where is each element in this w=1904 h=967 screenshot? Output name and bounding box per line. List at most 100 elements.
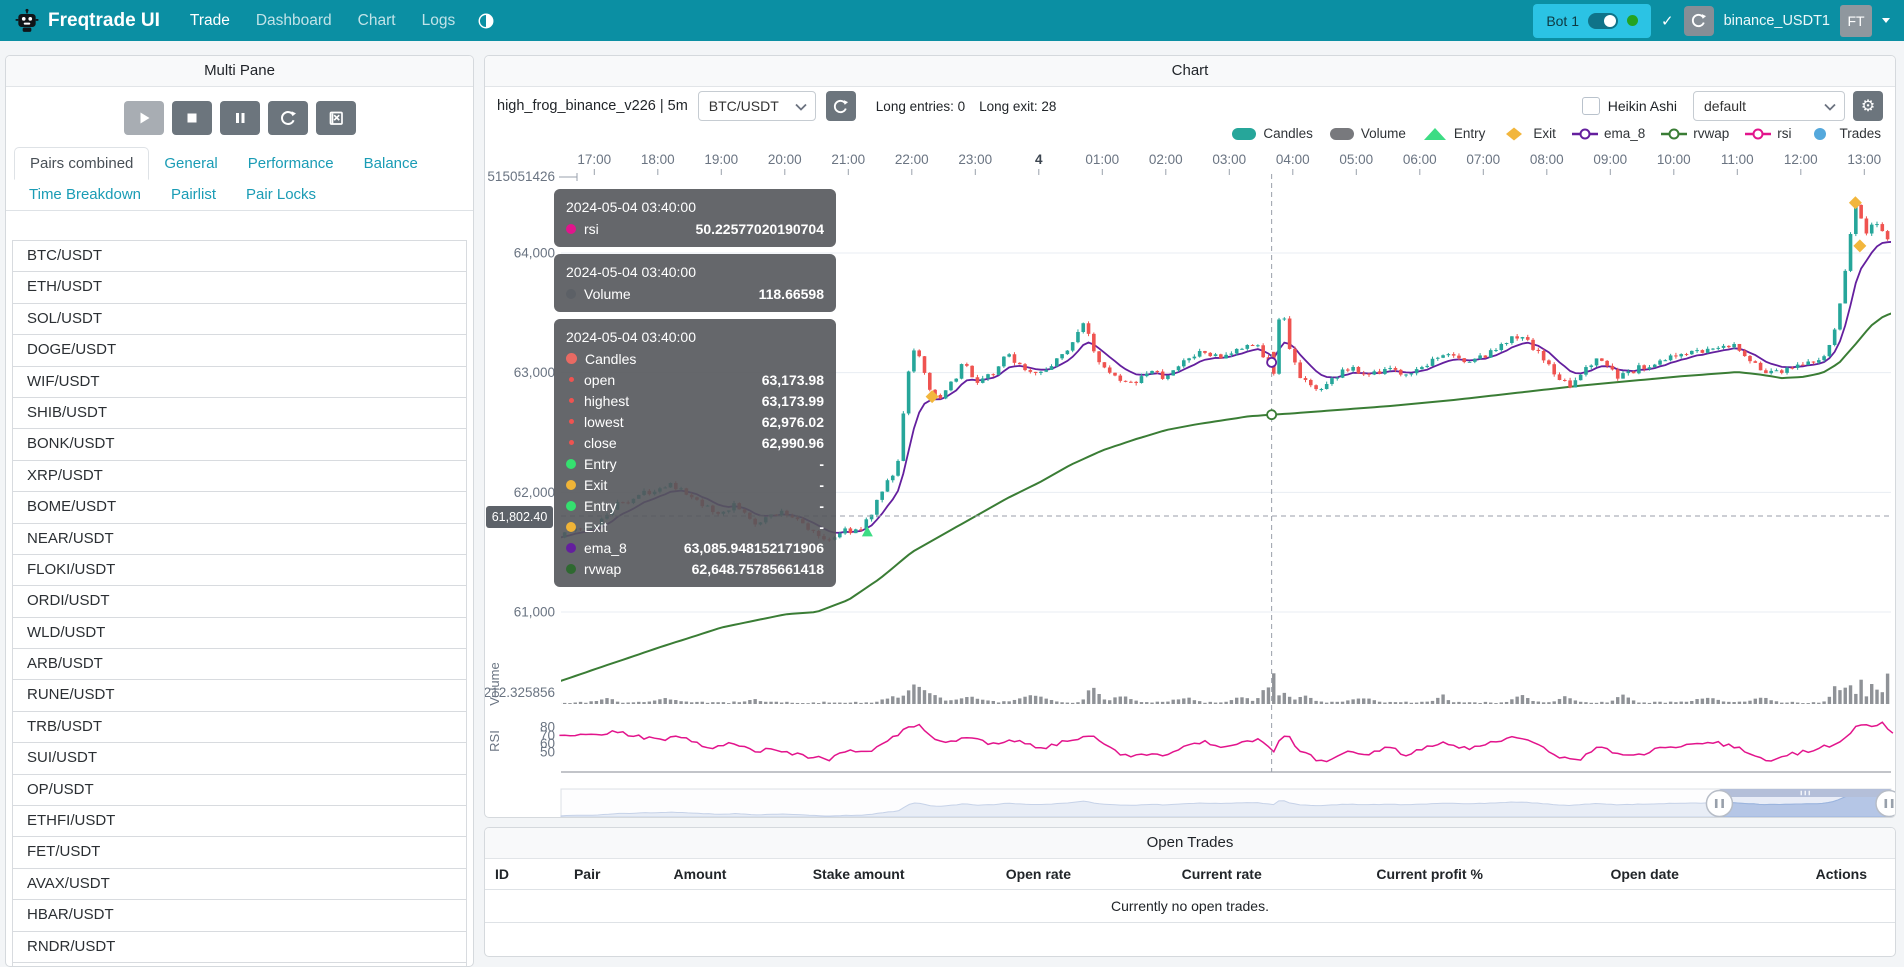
svg-text:50: 50 [540, 744, 555, 759]
legend-item-entry[interactable]: Entry [1422, 126, 1486, 141]
datazoom-slider[interactable] [561, 789, 1896, 818]
pair-row-avax[interactable]: AVAX/USDT [12, 869, 467, 900]
col-header-open-date[interactable]: Open date [1542, 859, 1746, 890]
pair-row-near[interactable]: NEAR/USDT [12, 524, 467, 555]
svg-text:07:00: 07:00 [1466, 152, 1500, 167]
reload-icon [279, 109, 297, 127]
nav-item-dashboard[interactable]: Dashboard [256, 12, 332, 30]
tab-time-breakdown[interactable]: Time Breakdown [14, 179, 156, 210]
pair-row-eth[interactable]: ETH/USDT [12, 272, 467, 303]
global-refresh-button[interactable] [1684, 6, 1714, 36]
robot-logo-icon [14, 8, 40, 34]
open-trades-table: IDPairAmountStake amountOpen rateCurrent… [485, 859, 1895, 923]
col-header-current-rate[interactable]: Current rate [1127, 859, 1317, 890]
theme-toggle-icon[interactable] [477, 12, 495, 30]
nav-item-logs[interactable]: Logs [422, 12, 456, 30]
pause-button[interactable] [220, 101, 260, 135]
legend-label: Candles [1263, 126, 1313, 141]
col-header-open-rate[interactable]: Open rate [950, 859, 1126, 890]
pair-row-ordi[interactable]: ORDI/USDT [12, 586, 467, 617]
pair-row-bonk[interactable]: BONK/USDT [12, 429, 467, 460]
legend-entry-symbol [1422, 127, 1448, 141]
legend-item-ema_8[interactable]: ema_8 [1572, 126, 1645, 141]
datazoom-handle-right[interactable] [1876, 791, 1896, 817]
pair-row-op[interactable]: OP/USDT [12, 775, 467, 806]
tab-general[interactable]: General [149, 148, 232, 179]
bot-account-name: binance_USDT1 [1724, 13, 1830, 29]
long-entries-count: Long entries: 0 [876, 99, 965, 114]
svg-text:06:00: 06:00 [1403, 152, 1437, 167]
pair-row-rndr[interactable]: RNDR/USDT [12, 932, 467, 963]
pair-row-sui[interactable]: SUI/USDT [12, 743, 467, 774]
tab-performance[interactable]: Performance [233, 148, 349, 179]
col-header-amount[interactable]: Amount [633, 859, 767, 890]
pair-row-ar[interactable]: AR/USDT [12, 963, 467, 967]
play-icon [135, 109, 153, 127]
legend-label: Volume [1361, 126, 1406, 141]
tab-pairs-combined[interactable]: Pairs combined [14, 147, 149, 180]
pair-row-wif[interactable]: WIF/USDT [12, 367, 467, 398]
svg-text:61,000: 61,000 [514, 605, 555, 620]
bot-selector[interactable]: Bot 1 [1533, 4, 1651, 38]
strategy-timeframe-label: high_frog_binance_v226 | 5m [497, 98, 688, 114]
pair-row-trb[interactable]: TRB/USDT [12, 712, 467, 743]
pair-row-shib[interactable]: SHIB/USDT [12, 398, 467, 429]
col-header-pair[interactable]: Pair [541, 859, 633, 890]
clear-chart-button[interactable] [316, 101, 356, 135]
svg-text:04:00: 04:00 [1276, 152, 1310, 167]
pair-list: BTC/USDTETH/USDTSOL/USDTDOGE/USDTWIF/USD… [12, 240, 467, 967]
datazoom-handle-left[interactable] [1706, 791, 1732, 817]
app-brand[interactable]: Freqtrade UI [14, 8, 160, 34]
user-avatar[interactable]: FT [1840, 5, 1872, 37]
svg-text:63,000: 63,000 [514, 365, 555, 380]
legend-item-candles[interactable]: Candles [1231, 126, 1313, 141]
col-header-id[interactable]: ID [485, 859, 541, 890]
main-nav: Trade Dashboard Chart Logs [190, 12, 455, 30]
legend-item-volume[interactable]: Volume [1329, 126, 1406, 141]
tab-pairlist[interactable]: Pairlist [156, 179, 231, 210]
user-menu-caret-icon[interactable] [1882, 18, 1890, 23]
chart-refresh-button[interactable] [826, 91, 856, 121]
plot-settings-button[interactable]: ⚙ [1853, 91, 1883, 121]
pair-row-sol[interactable]: SOL/USDT [12, 304, 467, 335]
pair-row-xrp[interactable]: XRP/USDT [12, 461, 467, 492]
chevron-down-icon [795, 103, 807, 111]
col-header-current-profit--[interactable]: Current profit % [1317, 859, 1543, 890]
pair-row-fet[interactable]: FET/USDT [12, 837, 467, 868]
svg-text:05:00: 05:00 [1339, 152, 1373, 167]
pair-row-doge[interactable]: DOGE/USDT [12, 335, 467, 366]
play-button[interactable] [124, 101, 164, 135]
nav-item-chart[interactable]: Chart [358, 12, 396, 30]
pair-row-ethfi[interactable]: ETHFI/USDT [12, 806, 467, 837]
svg-text:21:00: 21:00 [831, 152, 865, 167]
legend-exit-symbol [1501, 127, 1527, 141]
pair-row-rune[interactable]: RUNE/USDT [12, 680, 467, 711]
pair-row-btc[interactable]: BTC/USDT [12, 240, 467, 272]
pair-row-floki[interactable]: FLOKI/USDT [12, 555, 467, 586]
legend-item-trades[interactable]: Trades [1807, 126, 1881, 141]
pair-select[interactable]: BTC/USDT [698, 91, 816, 121]
open-trades-panel: Open Trades IDPairAmountStake amountOpen… [484, 827, 1896, 957]
chevron-down-icon [1824, 103, 1836, 111]
pair-row-hbar[interactable]: HBAR/USDT [12, 900, 467, 931]
bot-enable-toggle[interactable] [1588, 13, 1618, 29]
legend-item-exit[interactable]: Exit [1501, 126, 1556, 141]
plot-config-select[interactable]: default [1693, 91, 1845, 121]
tab-pair-locks[interactable]: Pair Locks [231, 179, 331, 210]
legend-item-rsi[interactable]: rsi [1745, 126, 1791, 141]
tab-balance[interactable]: Balance [349, 148, 433, 179]
reload-button[interactable] [268, 101, 308, 135]
pair-row-wld[interactable]: WLD/USDT [12, 618, 467, 649]
price-chart[interactable]: 17:0018:0019:0020:0021:0022:0023:00401:0… [485, 144, 1896, 818]
stop-button[interactable] [172, 101, 212, 135]
svg-text:09:00: 09:00 [1593, 152, 1627, 167]
col-header-actions[interactable]: Actions [1747, 859, 1895, 890]
heikin-ashi-checkbox[interactable] [1582, 97, 1600, 115]
nav-item-trade[interactable]: Trade [190, 12, 230, 30]
pair-row-arb[interactable]: ARB/USDT [12, 649, 467, 680]
svg-text:03:00: 03:00 [1212, 152, 1246, 167]
pair-row-bome[interactable]: BOME/USDT [12, 492, 467, 523]
chart-panel: Chart high_frog_binance_v226 | 5m BTC/US… [484, 55, 1896, 818]
legend-item-rvwap[interactable]: rvwap [1661, 126, 1729, 141]
col-header-stake-amount[interactable]: Stake amount [767, 859, 950, 890]
